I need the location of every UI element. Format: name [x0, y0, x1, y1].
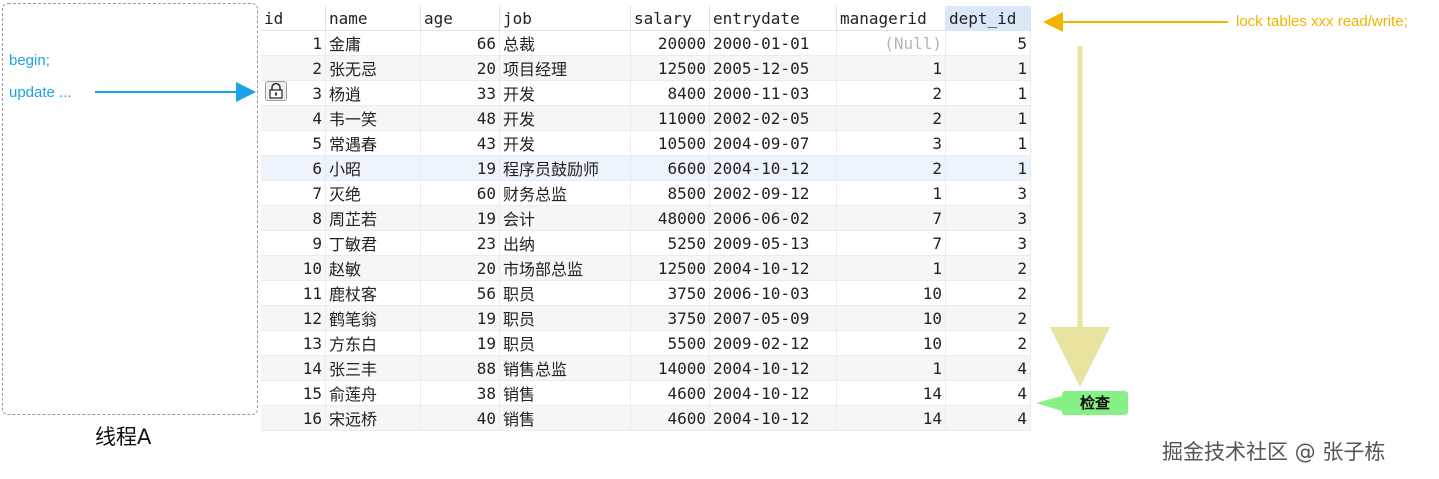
- arrows-overlay: [95, 12, 1228, 411]
- check-callout-pointer: [1036, 396, 1062, 411]
